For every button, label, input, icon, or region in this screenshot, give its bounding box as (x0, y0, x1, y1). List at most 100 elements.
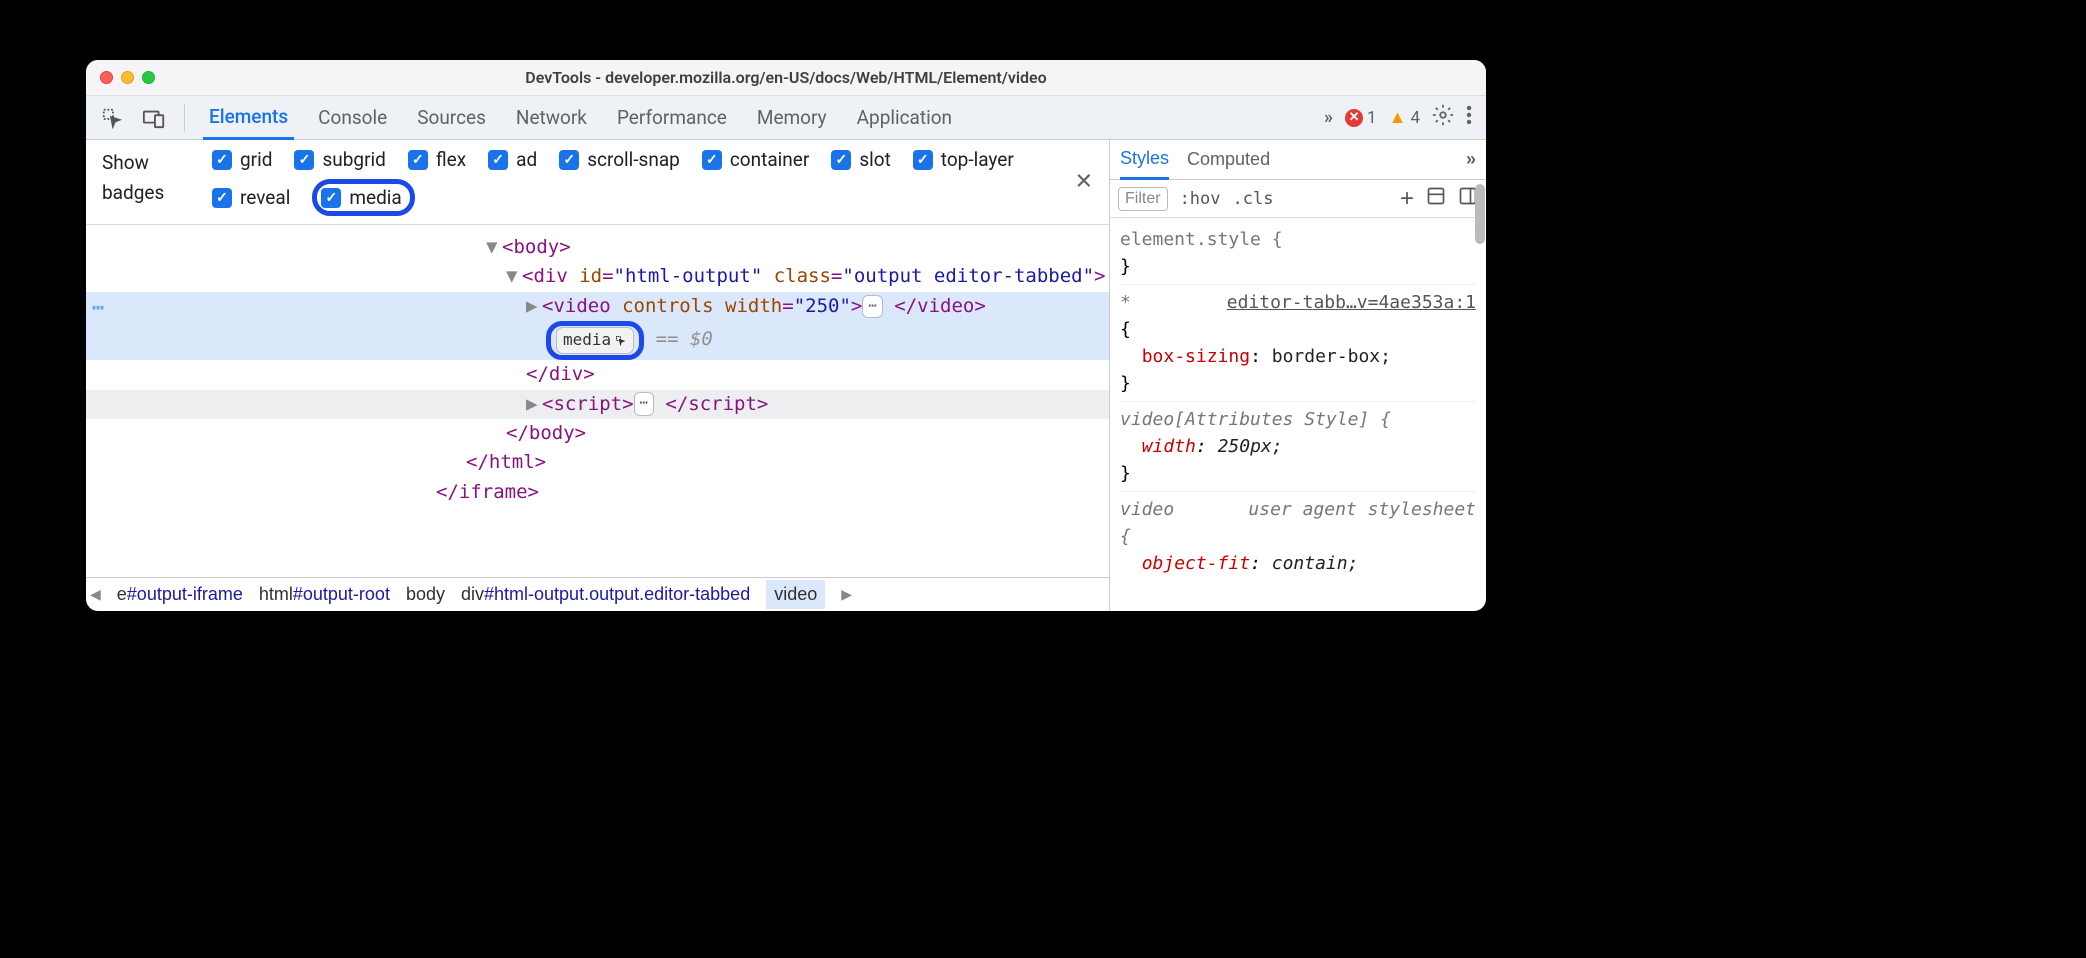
style-rule-video-ua[interactable]: video { user agent stylesheet object-fit… (1120, 492, 1476, 581)
tab-network[interactable]: Network (510, 96, 593, 140)
disclosure-triangle-icon[interactable]: ▼ (506, 262, 522, 291)
style-rule-video-attr[interactable]: video[Attributes Style] { width: 250px; … (1120, 402, 1476, 492)
dom-node-video[interactable]: ⋯ ▶<video controls width="250">⋯ </video… (86, 292, 1109, 321)
tab-application[interactable]: Application (851, 96, 958, 140)
ua-stylesheet-label: user agent stylesheet (1248, 496, 1476, 550)
dom-node-html-close[interactable]: </html> (86, 448, 1109, 477)
styles-tab-computed[interactable]: Computed (1187, 149, 1270, 170)
disclosure-triangle-icon[interactable]: ▶ (526, 292, 542, 321)
checkbox-icon: ✓ (831, 150, 851, 170)
traffic-lights (100, 71, 155, 84)
dom-node-div[interactable]: ▼<div id="html-output" class="output edi… (86, 262, 1109, 291)
devtools-toolbar: Elements Console Sources Network Perform… (86, 96, 1486, 140)
more-menu-icon[interactable] (1466, 104, 1472, 131)
badge-check-flex[interactable]: ✓flex (408, 148, 466, 171)
badge-check-top-layer[interactable]: ✓top-layer (913, 148, 1014, 171)
new-style-rule-icon[interactable]: + (1400, 185, 1414, 213)
dom-node-body[interactable]: ▼<body> (86, 233, 1109, 262)
console-reference: == $0 (656, 328, 713, 350)
titlebar: DevTools - developer.mozilla.org/en-US/d… (86, 60, 1486, 96)
hov-toggle[interactable]: :hov (1180, 189, 1221, 209)
badges-label: Show badges (102, 148, 192, 209)
badge-check-media[interactable]: ✓media (321, 186, 401, 209)
toolbar-separator (184, 104, 185, 132)
error-icon: ✕ (1345, 109, 1363, 127)
close-window-button[interactable] (100, 71, 113, 84)
error-count[interactable]: ✕ 1 (1345, 108, 1377, 128)
settings-icon[interactable] (1432, 104, 1454, 131)
badge-check-slot[interactable]: ✓slot (831, 148, 890, 171)
checkbox-icon: ✓ (488, 150, 508, 170)
media-badge-highlight: media (546, 321, 644, 360)
breadcrumbs[interactable]: ◀ e#output-iframe html#output-root body … (86, 577, 1109, 611)
breadcrumb-item[interactable]: div#html-output.output.editor-tabbed (461, 584, 750, 605)
inspect-icon (615, 335, 627, 347)
more-styles-tabs-icon[interactable]: » (1466, 149, 1476, 170)
disclosure-triangle-icon[interactable]: ▶ (526, 390, 542, 419)
ellipsis-chip[interactable]: ⋯ (634, 392, 654, 416)
tab-sources[interactable]: Sources (411, 96, 492, 140)
badge-check-reveal[interactable]: ✓reveal (212, 179, 290, 216)
tab-elements[interactable]: Elements (203, 96, 294, 140)
breadcrumb-item[interactable]: body (406, 584, 445, 605)
elements-panel: Show badges ✓grid ✓subgrid ✓flex ✓ad ✓sc… (86, 140, 1110, 611)
error-count-value: 1 (1367, 108, 1377, 128)
checkbox-icon: ✓ (702, 150, 722, 170)
minimize-window-button[interactable] (121, 71, 134, 84)
badges-checkboxes: ✓grid ✓subgrid ✓flex ✓ad ✓scroll-snap ✓c… (212, 148, 1093, 216)
cls-toggle[interactable]: .cls (1233, 189, 1274, 209)
dom-node-script[interactable]: ▶<script>⋯ </script> (86, 390, 1109, 419)
badge-check-scroll-snap[interactable]: ✓scroll-snap (559, 148, 680, 171)
media-badge[interactable]: media (556, 327, 634, 354)
more-tabs-icon[interactable]: » (1324, 107, 1333, 128)
dom-node-div-close[interactable]: </div> (86, 360, 1109, 389)
tab-console[interactable]: Console (312, 96, 393, 140)
checkbox-icon: ✓ (212, 150, 232, 170)
styles-tabs: Styles Computed » (1110, 140, 1486, 180)
breadcrumb-item[interactable]: html#output-root (259, 584, 390, 605)
scrollbar-thumb[interactable] (1475, 184, 1485, 244)
dom-node-body-close[interactable]: </body> (86, 419, 1109, 448)
disclosure-triangle-icon[interactable]: ▼ (486, 233, 502, 262)
dom-media-badge-line[interactable]: media == $0 (86, 321, 1109, 360)
stylesheet-link[interactable]: editor-tabb…v=4ae353a:1 (1227, 289, 1476, 316)
checkbox-icon: ✓ (408, 150, 428, 170)
badge-check-grid[interactable]: ✓grid (212, 148, 272, 171)
breadcrumb-item[interactable]: e#output-iframe (117, 584, 243, 605)
breadcrumb-scroll-left-icon[interactable]: ◀ (90, 586, 101, 603)
dom-tree[interactable]: ▼<body> ▼<div id="html-output" class="ou… (86, 225, 1109, 577)
breadcrumb-item-active[interactable]: video (766, 580, 825, 609)
inspect-element-icon[interactable] (100, 106, 124, 130)
selection-dots-icon[interactable]: ⋯ (92, 292, 104, 323)
badges-bar: Show badges ✓grid ✓subgrid ✓flex ✓ad ✓sc… (86, 140, 1109, 225)
tab-memory[interactable]: Memory (751, 96, 833, 140)
devtools-window: DevTools - developer.mozilla.org/en-US/d… (86, 60, 1486, 611)
badge-check-container[interactable]: ✓container (702, 148, 809, 171)
badge-check-ad[interactable]: ✓ad (488, 148, 537, 171)
style-rule-universal[interactable]: * editor-tabb…v=4ae353a:1 { box-sizing: … (1120, 285, 1476, 402)
checkbox-icon: ✓ (294, 150, 314, 170)
main-area: Show badges ✓grid ✓subgrid ✓flex ✓ad ✓sc… (86, 140, 1486, 611)
checkbox-icon: ✓ (559, 150, 579, 170)
styles-panel: Styles Computed » Filter :hov .cls + ele… (1110, 140, 1486, 611)
device-toggle-icon[interactable] (142, 106, 166, 130)
checkbox-icon: ✓ (913, 150, 933, 170)
styles-rules[interactable]: element.style { } * editor-tabb…v=4ae353… (1110, 218, 1486, 611)
tab-performance[interactable]: Performance (611, 96, 733, 140)
checkbox-icon: ✓ (321, 188, 341, 208)
styles-filter-input[interactable]: Filter (1118, 187, 1168, 211)
ellipsis-chip[interactable]: ⋯ (862, 295, 882, 319)
window-title: DevTools - developer.mozilla.org/en-US/d… (525, 68, 1046, 87)
maximize-window-button[interactable] (142, 71, 155, 84)
breadcrumb-scroll-right-icon[interactable]: ▶ (841, 586, 852, 603)
dom-node-iframe-close[interactable]: </iframe> (86, 478, 1109, 507)
badge-highlight-media: ✓media (312, 179, 414, 216)
warning-icon: ▲ (1389, 107, 1407, 128)
styles-tab-styles[interactable]: Styles (1120, 148, 1169, 180)
style-rule-element[interactable]: element.style { } (1120, 222, 1476, 285)
close-badges-bar-icon[interactable]: ✕ (1075, 170, 1093, 195)
warning-count[interactable]: ▲ 4 (1389, 107, 1420, 128)
warning-count-value: 4 (1410, 108, 1420, 128)
badge-check-subgrid[interactable]: ✓subgrid (294, 148, 385, 171)
computed-toggle-icon[interactable] (1426, 186, 1446, 211)
